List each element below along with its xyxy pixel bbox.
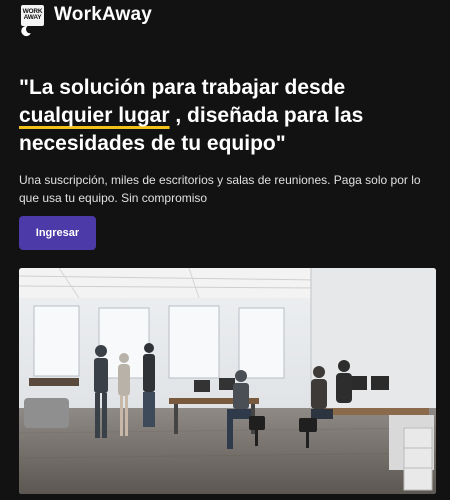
logo-text-bottom: AWAY <box>23 14 42 21</box>
logo[interactable]: WORK AWAY <box>21 4 44 26</box>
brand-name: WorkAway <box>54 4 153 25</box>
office-illustration <box>19 268 436 494</box>
office-photo <box>19 268 436 494</box>
moon-icon[interactable] <box>19 24 33 38</box>
header: WORK AWAY WorkAway <box>21 4 152 26</box>
page-title: "La solución para trabajar desde cualqui… <box>19 74 439 158</box>
headline-highlight: cualquier lugar <box>19 104 170 127</box>
headline-text-start: "La solución para trabajar desde <box>19 76 346 99</box>
subtitle: Una suscripción, miles de escritorios y … <box>19 173 421 205</box>
login-button[interactable]: Ingresar <box>19 216 96 250</box>
